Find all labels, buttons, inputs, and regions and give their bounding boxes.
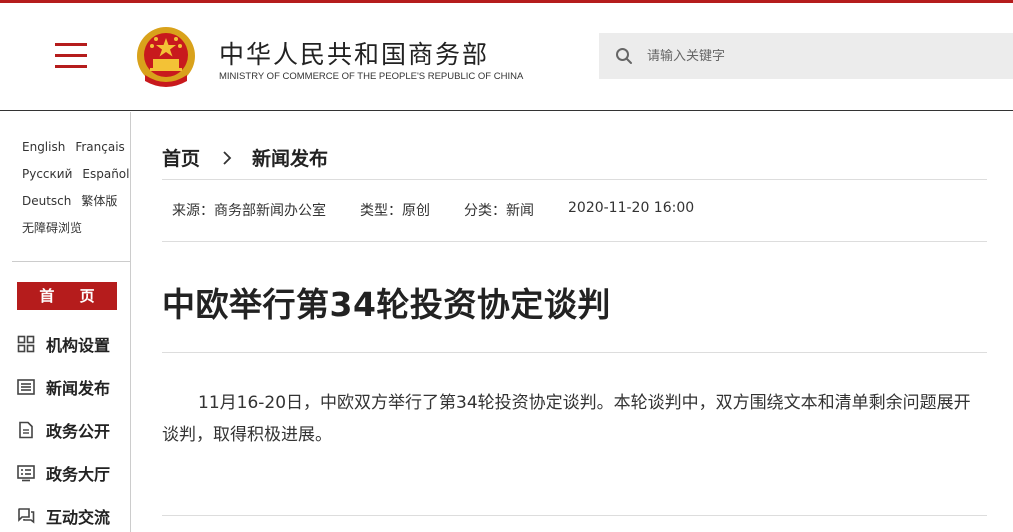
document-icon [19,421,33,438]
title-divider [162,352,987,353]
sidebar-item-label: 互动交流 [46,507,111,527]
language-links: English Français Русский Español Deutsch… [22,140,132,248]
national-emblem-icon[interactable] [135,25,197,91]
search-box [599,33,1013,79]
article-datetime: 2020-11-20 16:00 [568,200,695,216]
chat-icon [18,507,35,524]
article-category: 分类：新闻 [464,203,534,219]
sidebar-item-interaction[interactable]: 互动交流 [17,494,110,532]
sidebar-item-government-affairs[interactable]: 政务公开 [17,408,110,451]
lang-link-german[interactable]: Deutsch [22,194,71,221]
meta-divider [162,241,987,242]
lang-link-russian[interactable]: Русский [22,167,72,194]
lang-link-french[interactable]: Français [75,140,124,167]
sidebar-nav: 机构设置 新闻发布 政务公开 政务大厅 互动交流 [17,322,110,532]
accessibility-link[interactable]: 无障碍浏览 [22,221,82,248]
sidebar-item-label: 新闻发布 [46,378,111,398]
site-header: 中华人民共和国商务部 MINISTRY OF COMMERCE OF THE P… [0,3,1013,111]
home-button[interactable]: 首 页 [17,282,117,310]
search-icon[interactable] [615,47,633,65]
breadcrumb-home[interactable]: 首页 [162,144,200,171]
sidebar: English Français Русский Español Deutsch… [0,112,131,532]
sidebar-item-service-hall[interactable]: 政务大厅 [17,451,110,494]
sidebar-divider [12,261,130,262]
sidebar-item-news[interactable]: 新闻发布 [17,365,110,408]
chevron-right-icon [223,150,232,165]
site-title-cn[interactable]: 中华人民共和国商务部 [219,35,489,71]
sidebar-item-label: 政务大厅 [46,464,111,484]
search-input[interactable] [647,48,987,64]
breadcrumb-divider [162,179,987,180]
sidebar-item-label: 机构设置 [46,335,111,355]
sidebar-item-organization[interactable]: 机构设置 [17,322,110,365]
lang-link-traditional-chinese[interactable]: 繁体版 [81,194,117,221]
breadcrumb-news[interactable]: 新闻发布 [252,144,328,171]
article-source: 来源：商务部新闻办公室 [172,203,326,219]
site-title-en: MINISTRY OF COMMERCE OF THE PEOPLE'S REP… [219,71,524,82]
article-title: 中欧举行第34轮投资协定谈判 [162,285,611,324]
article-main: 首页 新闻发布 来源：商务部新闻办公室 类型：原创 分类：新闻 2020-11-… [162,112,987,532]
article-type: 类型：原创 [360,203,430,219]
article-body: 11月16-20日，中欧双方举行了第34轮投资协定谈判。本轮谈判中，双方围绕文本… [162,393,971,445]
body-divider [162,515,987,516]
lang-link-spanish[interactable]: Español [82,167,129,194]
article-meta: 来源：商务部新闻办公室 类型：原创 分类：新闻 2020-11-20 16:00 [172,200,728,220]
menu-icon[interactable] [55,43,87,69]
breadcrumb: 首页 新闻发布 [162,144,328,171]
sidebar-item-label: 政务公开 [46,421,111,441]
lang-link-english[interactable]: English [22,140,65,167]
hall-list-icon [17,464,35,481]
grid-icon [17,335,35,352]
news-list-icon [17,378,35,395]
